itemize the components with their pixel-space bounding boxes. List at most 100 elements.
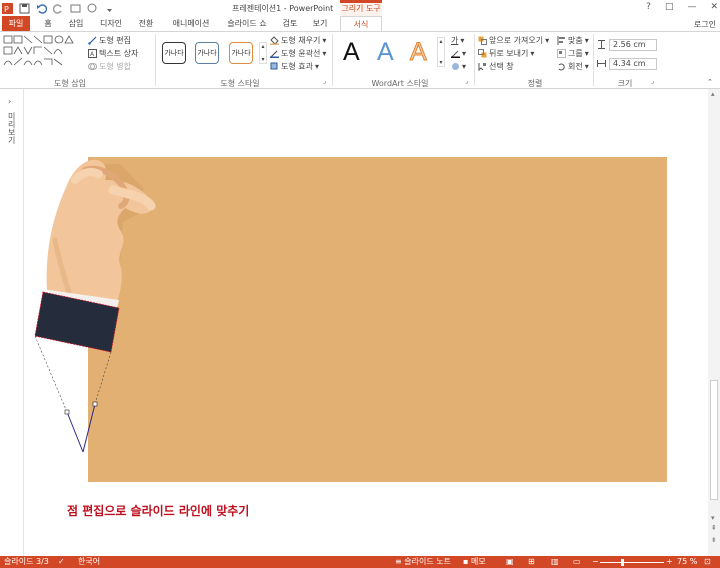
insert-shapes-group-label: 도형 삽입	[54, 79, 86, 88]
sign-in-link[interactable]: 로그인	[694, 19, 716, 30]
shape-tool-icon[interactable]	[87, 3, 98, 14]
rotate-button[interactable]: 회전 ▾	[557, 61, 589, 72]
shape-width-icon	[597, 60, 606, 67]
wordart-style-black[interactable]: A	[343, 38, 360, 67]
close-button[interactable]: ✕	[710, 2, 718, 12]
tab-home[interactable]: 홈	[38, 16, 58, 32]
shape-outline-label: 도형 윤곽선	[281, 49, 321, 58]
group-icon	[557, 49, 566, 58]
send-backward-icon	[478, 49, 487, 58]
edit-shape-button[interactable]: 도형 편집	[88, 35, 131, 46]
send-backward-button[interactable]: 뒤로 보내기 ▾	[478, 48, 534, 59]
dropdown-arrow-icon: ▾	[462, 49, 467, 58]
shape-fill-button[interactable]: 도형 채우기 ▾	[270, 35, 326, 46]
shapes-gallery[interactable]	[3, 35, 83, 69]
text-effects-button[interactable]: ▾	[451, 62, 466, 71]
svg-text:P: P	[4, 5, 9, 14]
next-slide-icon[interactable]: ⇟	[711, 536, 717, 544]
selection-pane-button[interactable]: 선택 창	[478, 61, 514, 72]
tab-insert[interactable]: 삽입	[64, 16, 88, 32]
previous-slide-icon[interactable]: ⇞	[711, 524, 717, 532]
shape-style-2[interactable]: 가나다	[195, 42, 219, 64]
text-effects-icon	[452, 63, 459, 70]
tab-review[interactable]: 검토	[278, 16, 302, 32]
scrollbar-thumb[interactable]	[710, 380, 718, 500]
expand-thumbnails-icon[interactable]: ›	[8, 97, 11, 106]
redo-icon[interactable]	[53, 3, 64, 14]
shape-height-icon	[598, 40, 605, 49]
edit-shape-icon	[88, 36, 97, 45]
tab-format[interactable]: 서식	[340, 16, 382, 32]
zoom-out-icon[interactable]: −	[592, 557, 599, 567]
group-button[interactable]: 그룹 ▾	[557, 48, 589, 59]
slide-counter[interactable]: 슬라이드 3/3	[4, 557, 49, 567]
slideshow-view-icon[interactable]: ▭	[573, 557, 581, 567]
shape-height-input[interactable]: 2.56 cm	[609, 39, 657, 51]
size-group-label: 크기	[617, 79, 633, 88]
zoom-slider-thumb[interactable]	[621, 559, 624, 566]
shape-effects-button[interactable]: 도형 효과 ▾	[270, 61, 319, 72]
hand-illustration[interactable]	[25, 140, 205, 460]
zoom-slider-track[interactable]	[600, 562, 664, 563]
wordart-style-orange-outline[interactable]: A	[410, 38, 428, 67]
help-button[interactable]: ?	[646, 2, 651, 12]
thumbnail-pane-collapsed[interactable]: ›	[0, 89, 24, 556]
slide-sorter-icon[interactable]: ⊞	[528, 557, 535, 567]
shape-outline-button[interactable]: 도형 윤곽선 ▾	[270, 48, 326, 59]
tab-file[interactable]: 파일	[2, 16, 30, 32]
minimize-button[interactable]: —	[687, 2, 696, 12]
shape-style-3[interactable]: 가나다	[229, 42, 253, 64]
language-indicator[interactable]: 한국어	[78, 557, 100, 567]
tab-design[interactable]: 디자인	[94, 16, 128, 32]
tab-view[interactable]: 보기	[308, 16, 332, 32]
tab-slideshow[interactable]: 슬라이드 쇼	[222, 16, 272, 32]
bring-forward-button[interactable]: 앞으로 가져오기 ▾	[478, 35, 549, 46]
point-edit-path[interactable]	[34, 335, 112, 453]
dropdown-arrow-icon: ▾	[322, 49, 327, 58]
text-outline-button[interactable]: ▾	[451, 49, 466, 58]
fit-slide-icon[interactable]: ⊡	[704, 557, 711, 567]
scroll-down-icon[interactable]: ▾	[711, 514, 715, 522]
rotate-label: 회전	[568, 62, 583, 71]
save-icon[interactable]	[19, 3, 30, 14]
dropdown-arrow-icon: ▾	[584, 49, 589, 58]
wordart-more-button[interactable]: ▴ ▾	[437, 37, 445, 67]
merge-shapes-label: 도형 병합	[99, 62, 131, 71]
tab-animations[interactable]: 애니메이션	[166, 16, 216, 32]
zoom-in-icon[interactable]: +	[666, 557, 673, 567]
dialog-launcher-icon[interactable]: ⌟	[323, 78, 326, 85]
undo-icon[interactable]	[36, 3, 47, 14]
scroll-up-icon[interactable]: ▴	[711, 90, 715, 98]
ribbon: 도형 편집 A 텍스트 상자 도형 병합 도형 삽입 가나다 가나다 가나다 ▴…	[0, 31, 720, 89]
text-fill-button[interactable]: 가 ▾	[451, 35, 464, 46]
edit-point-handle[interactable]	[92, 401, 98, 407]
align-button[interactable]: 맞춤 ▾	[557, 35, 589, 46]
dialog-launcher-icon[interactable]: ⌟	[465, 78, 468, 85]
tab-transitions[interactable]: 전환	[134, 16, 158, 32]
dropdown-arrow-icon: ▾	[584, 36, 589, 45]
ribbon-display-button[interactable]: □	[665, 2, 674, 12]
wordart-style-blue[interactable]: A	[377, 38, 394, 67]
shape-styles-group-label: 도형 스타일	[220, 79, 260, 88]
status-bar: 슬라이드 3/3 ✓ 한국어 ≡ 슬라이드 노트 ▪ 메모 ▣ ⊞ ▥ ▭ − …	[0, 556, 720, 568]
merge-shapes-icon	[88, 63, 97, 70]
group-label: 그룹	[568, 49, 583, 58]
from-beginning-icon[interactable]	[70, 3, 81, 14]
shape-style-1[interactable]: 가나다	[162, 42, 186, 64]
normal-view-icon[interactable]: ▣	[506, 557, 514, 567]
notes-button[interactable]: ≡ 슬라이드 노트	[395, 557, 451, 567]
shape-width-input[interactable]: 4.34 cm	[609, 58, 657, 70]
ribbon-tabs: 파일 홈 삽입 디자인 전환 애니메이션 슬라이드 쇼 검토 보기 서식 로그인	[0, 16, 720, 32]
collapse-ribbon-icon[interactable]: ⌃	[707, 78, 713, 86]
spelling-icon[interactable]: ✓	[58, 557, 65, 567]
edit-point-handle[interactable]	[64, 409, 70, 415]
merge-shapes-button[interactable]: 도형 병합	[88, 61, 131, 72]
reading-view-icon[interactable]: ▥	[551, 557, 559, 567]
zoom-level[interactable]: 75 %	[677, 557, 697, 567]
dialog-launcher-icon[interactable]: ⌟	[651, 78, 654, 85]
shape-styles-more-button[interactable]: ▴ ▾	[259, 42, 267, 64]
comments-button[interactable]: ▪ 메모	[463, 557, 486, 567]
text-box-button[interactable]: A 텍스트 상자	[88, 48, 138, 59]
scroll-down-icon: ▾	[261, 56, 265, 63]
customize-qat-icon[interactable]	[104, 3, 115, 14]
